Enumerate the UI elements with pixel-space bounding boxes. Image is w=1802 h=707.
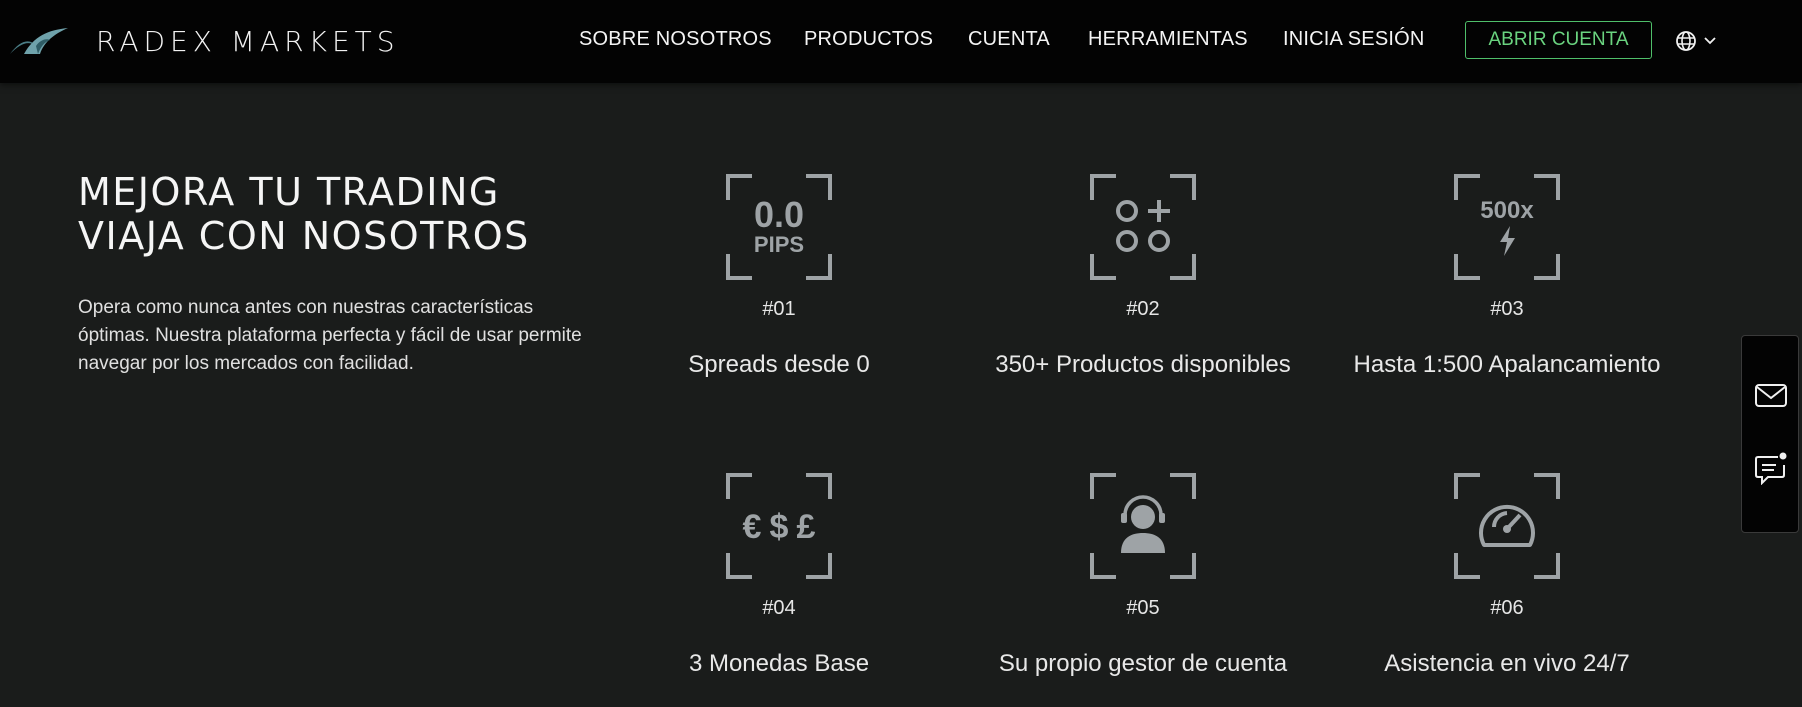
language-selector[interactable] <box>1675 30 1717 52</box>
bolt-icon <box>1500 226 1515 256</box>
pips-icon: 0.0 PIPS <box>726 174 832 280</box>
feature-leverage: 500x #03 Hasta 1:500 Apalancamiento <box>1337 174 1677 379</box>
speedometer-icon <box>1454 473 1560 579</box>
hero-title-line1: MEJORA TU TRADING <box>78 170 500 214</box>
feature-number: #03 <box>1490 298 1524 320</box>
feature-label: Hasta 1:500 Apalancamiento <box>1353 351 1661 378</box>
nav-productos[interactable]: PRODUCTOS <box>804 28 933 51</box>
feature-number: #06 <box>1490 597 1524 619</box>
feature-currencies: € $ £ #04 3 Monedas Base <box>609 473 949 678</box>
abrir-cuenta-button[interactable]: ABRIR CUENTA <box>1465 21 1652 59</box>
pips-unit-text: PIPS <box>754 232 804 257</box>
feature-live-support: #06 Asistencia en vivo 24/7 <box>1337 473 1677 678</box>
feature-account-manager: #05 Su propio gestor de cuenta <box>973 473 1313 678</box>
feature-label: Spreads desde 0 <box>688 351 870 378</box>
currencies-icon: € $ £ <box>726 473 832 579</box>
feature-label: 3 Monedas Base <box>688 650 870 677</box>
feature-number: #05 <box>1126 597 1160 619</box>
feature-number: #04 <box>762 597 796 619</box>
logo-mark-icon <box>10 28 68 54</box>
brand-name: RADEX MARKETS <box>96 24 400 58</box>
hero-description: Opera como nunca antes con nuestras cara… <box>78 297 582 374</box>
globe-icon <box>1676 31 1696 51</box>
account-manager-icon <box>1090 473 1196 579</box>
chevron-down-icon <box>1704 37 1716 45</box>
pips-value-text: 0.0 <box>754 194 804 235</box>
hero-title: MEJORA TU TRADING VIAJA CON NOSOTROS <box>78 170 530 258</box>
euro-symbol: € <box>743 508 762 546</box>
contact-side-panel <box>1741 335 1799 533</box>
feature-label: Asistencia en vivo 24/7 <box>1384 650 1630 677</box>
leverage-icon: 500x <box>1454 174 1560 280</box>
dollar-symbol: $ <box>770 508 789 546</box>
pound-symbol: £ <box>797 508 816 546</box>
mail-icon[interactable] <box>1754 378 1788 412</box>
feature-number: #01 <box>762 298 796 320</box>
hero-title-line2: VIAJA CON NOSOTROS <box>78 214 530 258</box>
abrir-cuenta-label: ABRIR CUENTA <box>1488 29 1629 50</box>
chat-icon[interactable] <box>1754 451 1788 485</box>
feature-products: #02 350+ Productos disponibles <box>973 174 1313 379</box>
products-icon <box>1090 174 1196 280</box>
top-navbar: RADEX MARKETS SOBRE NOSOTROS PRODUCTOS C… <box>0 0 1802 83</box>
feature-number: #02 <box>1126 298 1160 320</box>
feature-label: 350+ Productos disponibles <box>995 351 1291 378</box>
brand-logo[interactable]: RADEX MARKETS <box>10 24 400 58</box>
nav-cuenta[interactable]: CUENTA <box>968 28 1050 51</box>
feature-label: Su propio gestor de cuenta <box>998 650 1288 677</box>
leverage-text: 500x <box>1480 197 1534 224</box>
nav-herramientas[interactable]: HERRAMIENTAS <box>1088 28 1248 51</box>
feature-spreads: 0.0 PIPS #01 Spreads desde 0 <box>609 174 949 379</box>
nav-inicia-sesion[interactable]: INICIA SESIÓN <box>1283 28 1425 51</box>
nav-sobre-nosotros[interactable]: SOBRE NOSOTROS <box>579 28 772 51</box>
